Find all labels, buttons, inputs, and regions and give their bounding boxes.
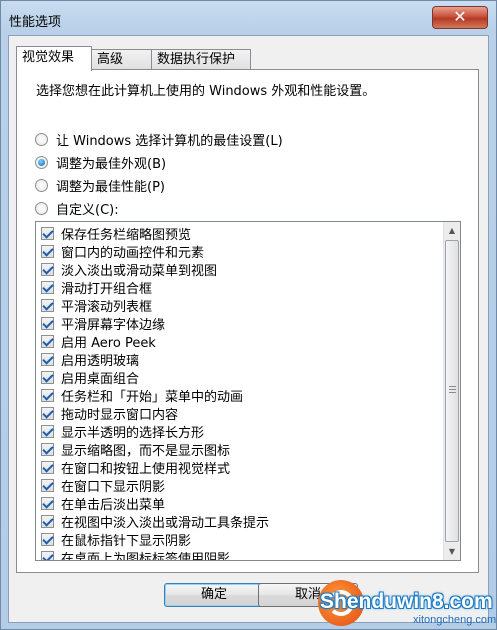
effect-list-item[interactable]: 滑动打开组合框 — [41, 278, 441, 297]
effect-label: 在桌面上为图标标签使用阴影 — [61, 551, 231, 561]
checkbox-icon[interactable] — [41, 424, 54, 438]
checkbox-icon[interactable] — [41, 262, 54, 276]
checkbox-icon[interactable] — [41, 478, 54, 492]
effect-list-item[interactable]: 在视图中淡入淡出或滑动工具条提示 — [41, 512, 441, 531]
effect-list-item[interactable]: 在鼠标指针下显示阴影 — [41, 530, 441, 549]
effects-listbox[interactable]: 保存任务栏缩略图预览 窗口内的动画控件和元素 淡入淡出或滑动菜单到视图 滑动打开组合框… — [35, 221, 461, 561]
radio-button-icon[interactable] — [35, 201, 48, 215]
checkbox-icon[interactable] — [41, 316, 54, 330]
effect-label: 平滑屏幕字体边缘 — [61, 317, 166, 333]
close-button[interactable]: ✕ — [432, 6, 488, 29]
checkbox-icon[interactable] — [41, 280, 54, 294]
effect-label: 启用 Aero Peek — [61, 335, 156, 351]
watermark-subtext: xitongcheng.com — [413, 614, 497, 626]
title-bar[interactable]: 性能选项 ✕ — [1, 1, 496, 35]
checkbox-icon[interactable] — [41, 298, 54, 312]
checkbox-icon[interactable] — [41, 550, 54, 560]
effect-list-item[interactable]: 启用 Aero Peek — [41, 332, 441, 351]
ok-button[interactable]: 确定 — [164, 583, 264, 607]
tab-advanced[interactable]: 高级 — [91, 49, 152, 70]
effect-label: 任务栏和「开始」菜单中的动画 — [61, 389, 244, 405]
radio-button-icon[interactable] — [35, 155, 48, 169]
checkbox-icon[interactable] — [41, 442, 54, 456]
effect-label: 在窗口和按钮上使用视觉样式 — [61, 461, 231, 477]
grip-line — [449, 392, 456, 393]
effect-label: 窗口内的动画控件和元素 — [61, 245, 205, 261]
effect-list-item[interactable]: 在单击后淡出菜单 — [41, 494, 441, 513]
radio-best-appearance[interactable]: 调整为最佳外观(B) — [35, 153, 167, 172]
effect-label: 保存任务栏缩略图预览 — [61, 227, 192, 243]
effect-label: 滑动打开组合框 — [61, 281, 153, 297]
checkbox-icon[interactable] — [41, 388, 54, 402]
effect-label: 启用透明玻璃 — [61, 353, 140, 369]
radio-label: 让 Windows 选择计算机的最佳设置(L) — [56, 133, 283, 149]
effect-list-item[interactable]: 在窗口和按钮上使用视觉样式 — [41, 458, 441, 477]
checkbox-icon[interactable] — [41, 226, 54, 240]
site-watermark: Shenduwin8.com xitongcheng.com — [318, 576, 497, 630]
radio-custom[interactable]: 自定义(C): — [35, 199, 119, 218]
effect-list-item[interactable]: 启用透明玻璃 — [41, 350, 441, 369]
grip-line — [449, 389, 456, 390]
checkbox-icon[interactable] — [41, 460, 54, 474]
scrollbar-thumb[interactable] — [445, 240, 459, 542]
radio-best-performance[interactable]: 调整为最佳性能(P) — [35, 176, 165, 195]
effect-list-item[interactable]: 保存任务栏缩略图预览 — [41, 224, 441, 243]
radio-label: 调整为最佳外观(B) — [56, 156, 167, 172]
effect-label: 显示缩略图，而不是显示图标 — [61, 443, 231, 459]
effect-label: 启用桌面组合 — [61, 371, 140, 387]
tab-visual-effects[interactable]: 视觉效果 — [16, 46, 92, 71]
radio-button-icon[interactable] — [35, 178, 48, 192]
effect-label: 在单击后淡出菜单 — [61, 497, 166, 513]
checkbox-icon[interactable] — [41, 514, 54, 528]
effect-list-item[interactable]: 淡入淡出或滑动菜单到视图 — [41, 260, 441, 279]
effect-list-item[interactable]: 拖动时显示窗口内容 — [41, 404, 441, 423]
effect-list-item[interactable]: 任务栏和「开始」菜单中的动画 — [41, 386, 441, 405]
radio-button-icon[interactable] — [35, 132, 48, 146]
scroll-up-arrow-icon[interactable]: ▲ — [444, 222, 460, 239]
checkbox-icon[interactable] — [41, 244, 54, 258]
effect-label: 在窗口下显示阴影 — [61, 479, 166, 495]
tab-data-execution-prevention[interactable]: 数据执行保护 — [151, 49, 251, 70]
effect-list-item[interactable]: 在桌面上为图标标签使用阴影 — [41, 548, 441, 561]
effect-list-item[interactable]: 启用桌面组合 — [41, 368, 441, 387]
vertical-scrollbar[interactable]: ▲ ▼ — [443, 222, 460, 560]
radio-label: 自定义(C): — [56, 202, 119, 218]
description-text: 选择您想在此计算机上使用的 Windows 外观和性能设置。 — [36, 84, 376, 99]
checkbox-icon[interactable] — [41, 334, 54, 348]
effect-list-item[interactable]: 窗口内的动画控件和元素 — [41, 242, 441, 261]
effect-label: 平滑滚动列表框 — [61, 299, 153, 315]
effect-list-item[interactable]: 在窗口下显示阴影 — [41, 476, 441, 495]
window-title: 性能选项 — [9, 15, 62, 30]
effect-list-item[interactable]: 平滑滚动列表框 — [41, 296, 441, 315]
effect-label: 显示半透明的选择长方形 — [61, 425, 205, 441]
checkbox-icon[interactable] — [41, 352, 54, 366]
close-icon: ✕ — [453, 7, 467, 26]
checkbox-icon[interactable] — [41, 532, 54, 546]
effect-label: 拖动时显示窗口内容 — [61, 407, 179, 423]
effect-list-item[interactable]: 显示半透明的选择长方形 — [41, 422, 441, 441]
effect-list-item[interactable]: 显示缩略图，而不是显示图标 — [41, 440, 441, 459]
radio-let-windows-choose[interactable]: 让 Windows 选择计算机的最佳设置(L) — [35, 130, 283, 149]
effect-label: 在视图中淡入淡出或滑动工具条提示 — [61, 515, 270, 531]
grip-line — [449, 386, 456, 387]
effect-label: 在鼠标指针下显示阴影 — [61, 533, 192, 549]
watermark-text: Shenduwin8.com — [320, 590, 493, 613]
checkbox-icon[interactable] — [41, 370, 54, 384]
effect-label: 淡入淡出或滑动菜单到视图 — [61, 263, 218, 279]
effects-list: 保存任务栏缩略图预览 窗口内的动画控件和元素 淡入淡出或滑动菜单到视图 滑动打开组合框… — [41, 224, 441, 561]
scroll-down-arrow-icon[interactable]: ▼ — [444, 543, 460, 560]
radio-label: 调整为最佳性能(P) — [56, 179, 165, 195]
checkbox-icon[interactable] — [41, 496, 54, 510]
effect-list-item[interactable]: 平滑屏幕字体边缘 — [41, 314, 441, 333]
checkbox-icon[interactable] — [41, 406, 54, 420]
